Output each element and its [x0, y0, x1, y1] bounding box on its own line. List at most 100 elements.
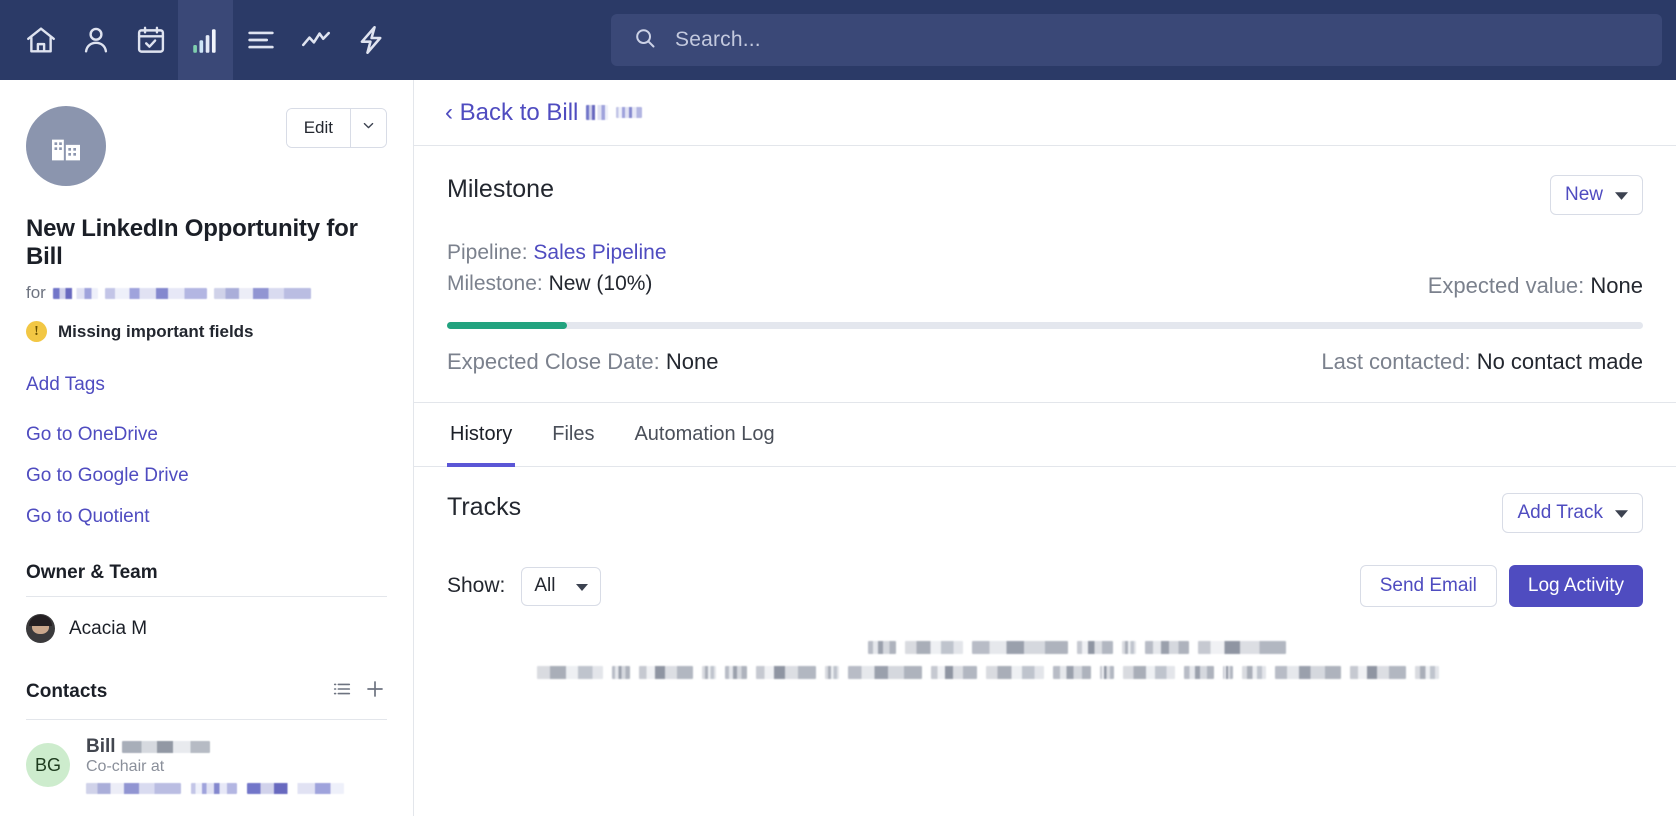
record-sidebar: Edit New LinkedIn Opportunity for Bill f…	[0, 80, 413, 816]
go-to-google-drive-link[interactable]: Go to Google Drive	[26, 465, 387, 487]
send-email-button[interactable]: Send Email	[1359, 565, 1497, 608]
nav-item-home[interactable]	[13, 0, 68, 80]
go-to-onedrive-link[interactable]: Go to OneDrive	[26, 424, 387, 446]
nav-item-calendar[interactable]	[123, 0, 178, 80]
show-filter-select[interactable]: All	[521, 566, 602, 606]
tracks-header: Tracks Add Track	[447, 493, 1643, 534]
edit-dropdown-toggle[interactable]	[350, 109, 386, 147]
for-label: for	[26, 283, 46, 303]
redacted-line-1	[537, 641, 1617, 655]
expected-close-row: Expected Close Date: None	[447, 349, 719, 375]
go-to-quotient-link[interactable]: Go to Quotient	[26, 506, 387, 528]
redacted-line-2	[537, 666, 1617, 680]
redacted-account-1	[52, 287, 98, 299]
log-activity-button[interactable]: Log Activity	[1508, 565, 1643, 608]
milestone-card: Milestone New Pipeline: Sales Pipeline M…	[414, 146, 1676, 404]
contacts-heading: Contacts	[26, 677, 387, 707]
milestone-left-details: Pipeline: Sales Pipeline Milestone: New …	[447, 237, 667, 299]
tab-files[interactable]: Files	[549, 403, 597, 467]
back-link-text: ‹ Back to Bill	[445, 98, 579, 126]
redacted-activity-content	[447, 641, 1643, 680]
contact-name: Bill	[86, 736, 116, 758]
page-title: New LinkedIn Opportunity for Bill	[26, 215, 358, 270]
nav-item-automations[interactable]	[343, 0, 398, 80]
page-body: Edit New LinkedIn Opportunity for Bill f…	[0, 80, 1676, 816]
milestone-progress-bar	[447, 322, 1643, 330]
tracks-title: Tracks	[447, 493, 522, 522]
milestone-header: Milestone New	[447, 175, 1643, 215]
add-tags-link: Add Tags	[26, 374, 387, 396]
top-navigation-bar: Search...	[0, 0, 1676, 80]
tab-history[interactable]: History	[447, 403, 516, 468]
redacted-breadcrumb-1	[586, 105, 609, 120]
last-contacted-row: Last contacted: No contact made	[1321, 349, 1643, 375]
redacted-account-3	[213, 287, 311, 299]
nav-icon-group	[0, 0, 398, 80]
list-icon	[244, 23, 278, 57]
lightning-icon	[354, 23, 388, 57]
nav-item-contacts[interactable]	[68, 0, 123, 80]
nav-item-pipeline[interactable]	[178, 0, 233, 80]
trend-line-icon	[299, 23, 333, 57]
breadcrumb-bar: ‹ Back to Bill	[414, 80, 1676, 146]
calendar-check-icon	[134, 23, 168, 57]
owner-team-label: Owner & Team	[26, 562, 158, 584]
add-tags-label[interactable]: Add Tags	[26, 374, 387, 396]
exclamation-circle-icon: !	[26, 321, 47, 343]
milestone-key: Milestone:	[447, 272, 543, 296]
expected-value-value: None	[1590, 273, 1643, 299]
bar-chart-icon	[189, 23, 223, 57]
pipeline-value[interactable]: Sales Pipeline	[533, 241, 666, 264]
sidebar-header: Edit	[26, 102, 387, 186]
add-track-button[interactable]: Add Track	[1502, 493, 1643, 534]
contact-details: Bill Co-chair at	[86, 736, 344, 795]
main-content: ‹ Back to Bill Milestone New Pipeline: S…	[413, 80, 1676, 816]
chevron-down-icon	[361, 118, 376, 138]
show-filter-value: All	[534, 575, 556, 597]
nav-item-tasks[interactable]	[233, 0, 288, 80]
pipeline-row: Pipeline: Sales Pipeline	[447, 237, 667, 268]
search-icon	[633, 26, 657, 55]
nav-item-reports[interactable]	[288, 0, 343, 80]
add-track-label: Add Track	[1517, 502, 1603, 524]
owner-team-heading: Owner & Team	[26, 562, 387, 584]
caret-down-icon	[1615, 502, 1628, 524]
tab-automation-log[interactable]: Automation Log	[631, 403, 777, 467]
plus-icon[interactable]	[363, 677, 387, 707]
expected-value-row: Expected value: None	[1428, 273, 1643, 299]
redacted-contact-company	[86, 783, 344, 795]
edit-button[interactable]: Edit	[286, 109, 350, 147]
milestone-value: New (10%)	[548, 272, 653, 296]
tracks-section: Tracks Add Track Show: All Send Email Lo…	[414, 467, 1676, 680]
breadcrumb[interactable]: ‹ Back to Bill	[445, 98, 643, 127]
missing-fields-text: Missing important fields	[58, 321, 254, 341]
contacts-actions	[331, 677, 387, 707]
show-label: Show:	[447, 574, 506, 598]
last-contacted-key: Last contacted:	[1321, 349, 1471, 375]
company-building-icon	[26, 106, 106, 186]
search-placeholder-text: Search...	[675, 28, 761, 51]
caret-down-icon	[1615, 184, 1628, 206]
expected-value-key: Expected value:	[1427, 273, 1585, 299]
for-account-line: for	[26, 283, 387, 303]
global-search-input[interactable]: Search...	[611, 14, 1662, 66]
caret-down-icon	[576, 575, 589, 597]
owner-name: Acacia M	[69, 617, 148, 639]
redacted-account-2	[104, 287, 207, 299]
milestone-stage-dropdown[interactable]: New	[1549, 175, 1643, 215]
owner-team-divider	[26, 596, 387, 598]
missing-fields-warning[interactable]: ! Missing important fields	[26, 321, 387, 343]
milestone-stage-label: New	[1564, 184, 1603, 205]
milestone-details: Pipeline: Sales Pipeline Milestone: New …	[447, 237, 1643, 299]
owner-row[interactable]: Acacia M	[26, 614, 387, 644]
list-view-icon[interactable]	[331, 678, 353, 706]
pipeline-key: Pipeline:	[447, 241, 528, 264]
avatar: BG	[26, 743, 70, 788]
home-icon	[24, 23, 58, 57]
milestone-row: Milestone: New (10%)	[447, 268, 667, 299]
content-tabs: History Files Automation Log	[414, 403, 1676, 468]
contact-subtitle: Co-chair at	[86, 758, 165, 776]
expected-close-value: None	[665, 349, 719, 375]
list-item[interactable]: BG Bill Co-chair at	[26, 736, 387, 795]
edit-button-group: Edit	[285, 108, 387, 148]
